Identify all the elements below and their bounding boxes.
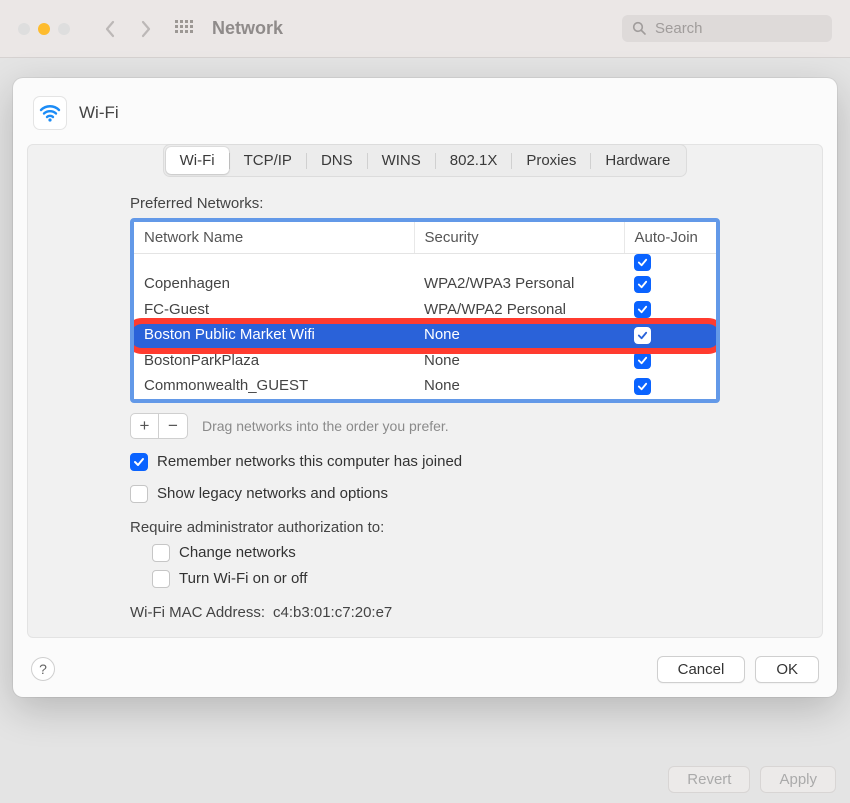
window-minimize-button[interactable] xyxy=(38,23,50,35)
network-name-cell[interactable]: Copenhagen xyxy=(134,271,414,297)
autojoin-cell[interactable] xyxy=(624,348,716,374)
help-button[interactable]: ? xyxy=(31,657,55,681)
all-prefs-grid-icon[interactable] xyxy=(170,15,198,43)
ok-button[interactable]: OK xyxy=(755,656,819,683)
forward-button[interactable] xyxy=(132,15,160,43)
autojoin-cell[interactable] xyxy=(624,373,716,399)
sheet-title: Wi-Fi xyxy=(79,103,119,123)
col-security[interactable]: Security xyxy=(414,222,624,254)
drag-hint: Drag networks into the order you prefer. xyxy=(202,418,449,434)
legacy-networks-label: Show legacy networks and options xyxy=(157,485,388,502)
security-cell[interactable]: None xyxy=(414,322,624,348)
window-zoom-button[interactable] xyxy=(58,23,70,35)
add-network-button[interactable]: + xyxy=(131,414,159,438)
tab-wins[interactable]: WINS xyxy=(368,147,435,174)
window-close-button[interactable] xyxy=(18,23,30,35)
security-cell[interactable]: None xyxy=(414,373,624,399)
col-network-name[interactable]: Network Name xyxy=(134,222,414,254)
table-cell[interactable] xyxy=(134,254,414,272)
autojoin-checkbox[interactable] xyxy=(634,301,651,318)
legacy-networks-checkbox[interactable] xyxy=(130,485,148,503)
tab-bar: Wi-Fi TCP/IP DNS WINS 802.1X Proxies Har… xyxy=(163,144,688,177)
add-remove-buttons: + − xyxy=(130,413,188,439)
autojoin-checkbox[interactable] xyxy=(634,352,651,369)
autojoin-checkbox[interactable] xyxy=(634,276,651,293)
network-name-cell[interactable]: Boston Public Market Wifi xyxy=(134,322,414,348)
settings-panel: Wi-Fi TCP/IP DNS WINS 802.1X Proxies Har… xyxy=(27,144,823,638)
table-row[interactable]: Boston Public Market WifiNone xyxy=(134,322,716,348)
autojoin-cell[interactable] xyxy=(624,271,716,297)
toolbar-title: Network xyxy=(212,18,283,39)
remember-networks-label: Remember networks this computer has join… xyxy=(157,453,462,470)
admin-auth-label: Require administrator authorization to: xyxy=(130,519,720,536)
col-autojoin[interactable]: Auto-Join xyxy=(624,222,716,254)
table-cell[interactable] xyxy=(624,254,716,272)
search-icon xyxy=(632,21,647,36)
security-cell[interactable]: WPA2/WPA3 Personal xyxy=(414,271,624,297)
table-row[interactable]: CopenhagenWPA2/WPA3 Personal xyxy=(134,271,716,297)
table-cell[interactable] xyxy=(414,254,624,272)
remove-network-button[interactable]: − xyxy=(159,414,187,438)
admin-change-networks-checkbox[interactable] xyxy=(152,544,170,562)
network-name-cell[interactable]: Commonwealth_GUEST xyxy=(134,373,414,399)
mac-address-label: Wi-Fi MAC Address: xyxy=(130,604,265,621)
window-toolbar: Network Search xyxy=(0,0,850,58)
traffic-lights xyxy=(18,23,70,35)
autojoin-checkbox[interactable] xyxy=(634,327,651,344)
tab-wifi[interactable]: Wi-Fi xyxy=(166,147,229,174)
admin-change-networks-label: Change networks xyxy=(179,544,296,561)
apply-button[interactable]: Apply xyxy=(760,766,836,793)
admin-wifi-toggle-label: Turn Wi-Fi on or off xyxy=(179,570,307,587)
remember-networks-checkbox[interactable] xyxy=(130,453,148,471)
tab-tcpip[interactable]: TCP/IP xyxy=(230,147,306,174)
autojoin-checkbox[interactable] xyxy=(634,378,651,395)
tab-8021x[interactable]: 802.1X xyxy=(436,147,512,174)
cancel-button[interactable]: Cancel xyxy=(657,656,746,683)
security-cell[interactable]: None xyxy=(414,348,624,374)
wifi-advanced-sheet: Wi-Fi Wi-Fi TCP/IP DNS WINS 802.1X Proxi… xyxy=(13,78,837,697)
admin-wifi-toggle-checkbox[interactable] xyxy=(152,570,170,588)
wifi-icon xyxy=(33,96,67,130)
table-row[interactable]: FC-GuestWPA/WPA2 Personal xyxy=(134,297,716,323)
autojoin-cell[interactable] xyxy=(624,297,716,323)
search-placeholder: Search xyxy=(655,20,703,37)
preferred-networks-table[interactable]: Network Name Security Auto-Join Copenhag… xyxy=(130,218,720,403)
autojoin-checkbox[interactable] xyxy=(634,254,651,271)
tab-proxies[interactable]: Proxies xyxy=(512,147,590,174)
table-row[interactable]: BostonParkPlazaNone xyxy=(134,348,716,374)
network-name-cell[interactable]: BostonParkPlaza xyxy=(134,348,414,374)
revert-button[interactable]: Revert xyxy=(668,766,750,793)
network-name-cell[interactable]: FC-Guest xyxy=(134,297,414,323)
search-input[interactable]: Search xyxy=(622,15,832,42)
back-button[interactable] xyxy=(96,15,124,43)
autojoin-cell[interactable] xyxy=(624,322,716,348)
tab-hardware[interactable]: Hardware xyxy=(591,147,684,174)
preferred-networks-label: Preferred Networks: xyxy=(130,195,720,212)
window-footer-buttons: Revert Apply xyxy=(668,766,836,793)
tab-dns[interactable]: DNS xyxy=(307,147,367,174)
table-row[interactable]: Commonwealth_GUESTNone xyxy=(134,373,716,399)
security-cell[interactable]: WPA/WPA2 Personal xyxy=(414,297,624,323)
mac-address-value: c4:b3:01:c7:20:e7 xyxy=(273,604,392,621)
